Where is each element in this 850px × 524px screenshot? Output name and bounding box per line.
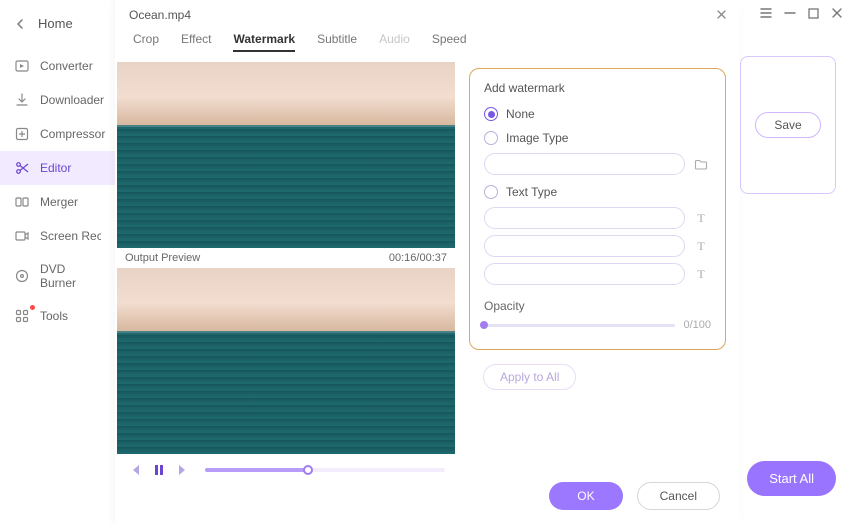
modal-title: Ocean.mp4 [115, 0, 740, 26]
download-icon [14, 92, 30, 108]
text-input-1[interactable] [484, 207, 685, 229]
tab-effect[interactable]: Effect [181, 32, 211, 52]
minimize-icon[interactable] [783, 6, 797, 23]
sidebar-item-downloader[interactable]: Downloader [0, 83, 115, 117]
time-display: 00:16/00:37 [389, 252, 447, 264]
image-path-input[interactable] [484, 153, 685, 175]
sidebar-item-converter[interactable]: Converter [0, 49, 115, 83]
next-icon[interactable] [175, 462, 191, 478]
radio-text-type[interactable]: Text Type [484, 185, 711, 199]
close-icon[interactable] [830, 6, 844, 23]
preview-column: Output Preview 00:16/00:37 [117, 62, 455, 524]
scissors-icon [14, 160, 30, 176]
start-all-button[interactable]: Start All [747, 461, 836, 496]
watermark-panel-column: Add watermark None Image Type [455, 62, 740, 524]
save-button[interactable]: Save [755, 112, 820, 138]
sidebar-item-dvd-burner[interactable]: DVD Burner [0, 253, 115, 299]
radio-image-type[interactable]: Image Type [484, 131, 711, 145]
watermark-panel: Add watermark None Image Type [469, 68, 726, 350]
text-icon: T [697, 211, 704, 226]
radio-icon [484, 131, 498, 145]
chevron-left-icon [14, 18, 26, 30]
sidebar-item-label: Downloader [40, 93, 104, 107]
radio-label: Image Type [506, 131, 568, 145]
timeline-slider[interactable] [205, 468, 445, 472]
sidebar-item-screen-recorder[interactable]: Screen Recorder [0, 219, 115, 253]
notification-dot-icon [30, 305, 35, 310]
text-input-2[interactable] [484, 235, 685, 257]
tab-subtitle[interactable]: Subtitle [317, 32, 357, 52]
sidebar-item-label: Compressor [40, 127, 105, 141]
original-preview [117, 62, 455, 248]
cancel-button[interactable]: Cancel [637, 482, 720, 510]
tab-audio[interactable]: Audio [379, 32, 410, 52]
sidebar-item-label: Editor [40, 161, 71, 175]
apply-to-all-button[interactable]: Apply to All [483, 364, 576, 390]
text-style-button-3[interactable]: T [691, 264, 711, 284]
opacity-slider[interactable] [484, 324, 675, 327]
preview-info-bar: Output Preview 00:16/00:37 [117, 248, 455, 268]
home-link[interactable]: Home [0, 6, 115, 49]
disc-icon [14, 268, 30, 284]
sidebar-item-compressor[interactable]: Compressor [0, 117, 115, 151]
modal-close-button[interactable] [715, 8, 728, 24]
text-style-button-1[interactable]: T [691, 208, 711, 228]
sidebar-item-merger[interactable]: Merger [0, 185, 115, 219]
compress-icon [14, 126, 30, 142]
text-icon: T [697, 239, 704, 254]
sidebar-item-label: Tools [40, 309, 68, 323]
background-window-controls [759, 6, 844, 23]
sidebar-item-label: Merger [40, 195, 78, 209]
sidebar: Home Converter Downloader Compressor Edi… [0, 0, 115, 524]
output-preview-label: Output Preview [125, 252, 200, 264]
menu-icon[interactable] [759, 6, 773, 23]
opacity-value: 0/100 [683, 319, 711, 331]
maximize-icon[interactable] [807, 7, 820, 23]
modal-footer: OK Cancel [549, 482, 720, 510]
sidebar-item-label: Screen Recorder [40, 229, 101, 243]
editor-tabs: Crop Effect Watermark Subtitle Audio Spe… [115, 26, 740, 62]
tab-watermark[interactable]: Watermark [233, 32, 295, 52]
merge-icon [14, 194, 30, 210]
text-input-3[interactable] [484, 263, 685, 285]
tab-speed[interactable]: Speed [432, 32, 467, 52]
transport-controls [117, 454, 455, 482]
tab-crop[interactable]: Crop [133, 32, 159, 52]
sidebar-item-editor[interactable]: Editor [0, 151, 115, 185]
prev-icon[interactable] [127, 462, 143, 478]
radio-icon [484, 107, 498, 121]
radio-icon [484, 185, 498, 199]
pause-icon[interactable] [151, 462, 167, 478]
opacity-label: Opacity [484, 299, 711, 313]
output-preview [117, 268, 455, 454]
home-label: Home [38, 16, 73, 31]
text-style-button-2[interactable]: T [691, 236, 711, 256]
converter-icon [14, 58, 30, 74]
apps-icon [14, 308, 30, 324]
sidebar-item-tools[interactable]: Tools [0, 299, 115, 333]
radio-none[interactable]: None [484, 107, 711, 121]
close-icon [715, 8, 728, 21]
recorder-icon [14, 228, 30, 244]
ok-button[interactable]: OK [549, 482, 622, 510]
editor-modal: Ocean.mp4 Crop Effect Watermark Subtitle… [115, 0, 740, 524]
radio-label: Text Type [506, 185, 557, 199]
sidebar-item-label: DVD Burner [40, 262, 101, 290]
save-box: Save [740, 56, 836, 194]
text-icon: T [697, 267, 704, 282]
folder-icon [694, 158, 708, 170]
panel-title: Add watermark [484, 81, 711, 95]
radio-label: None [506, 107, 535, 121]
browse-button[interactable] [691, 154, 711, 174]
sidebar-item-label: Converter [40, 59, 93, 73]
